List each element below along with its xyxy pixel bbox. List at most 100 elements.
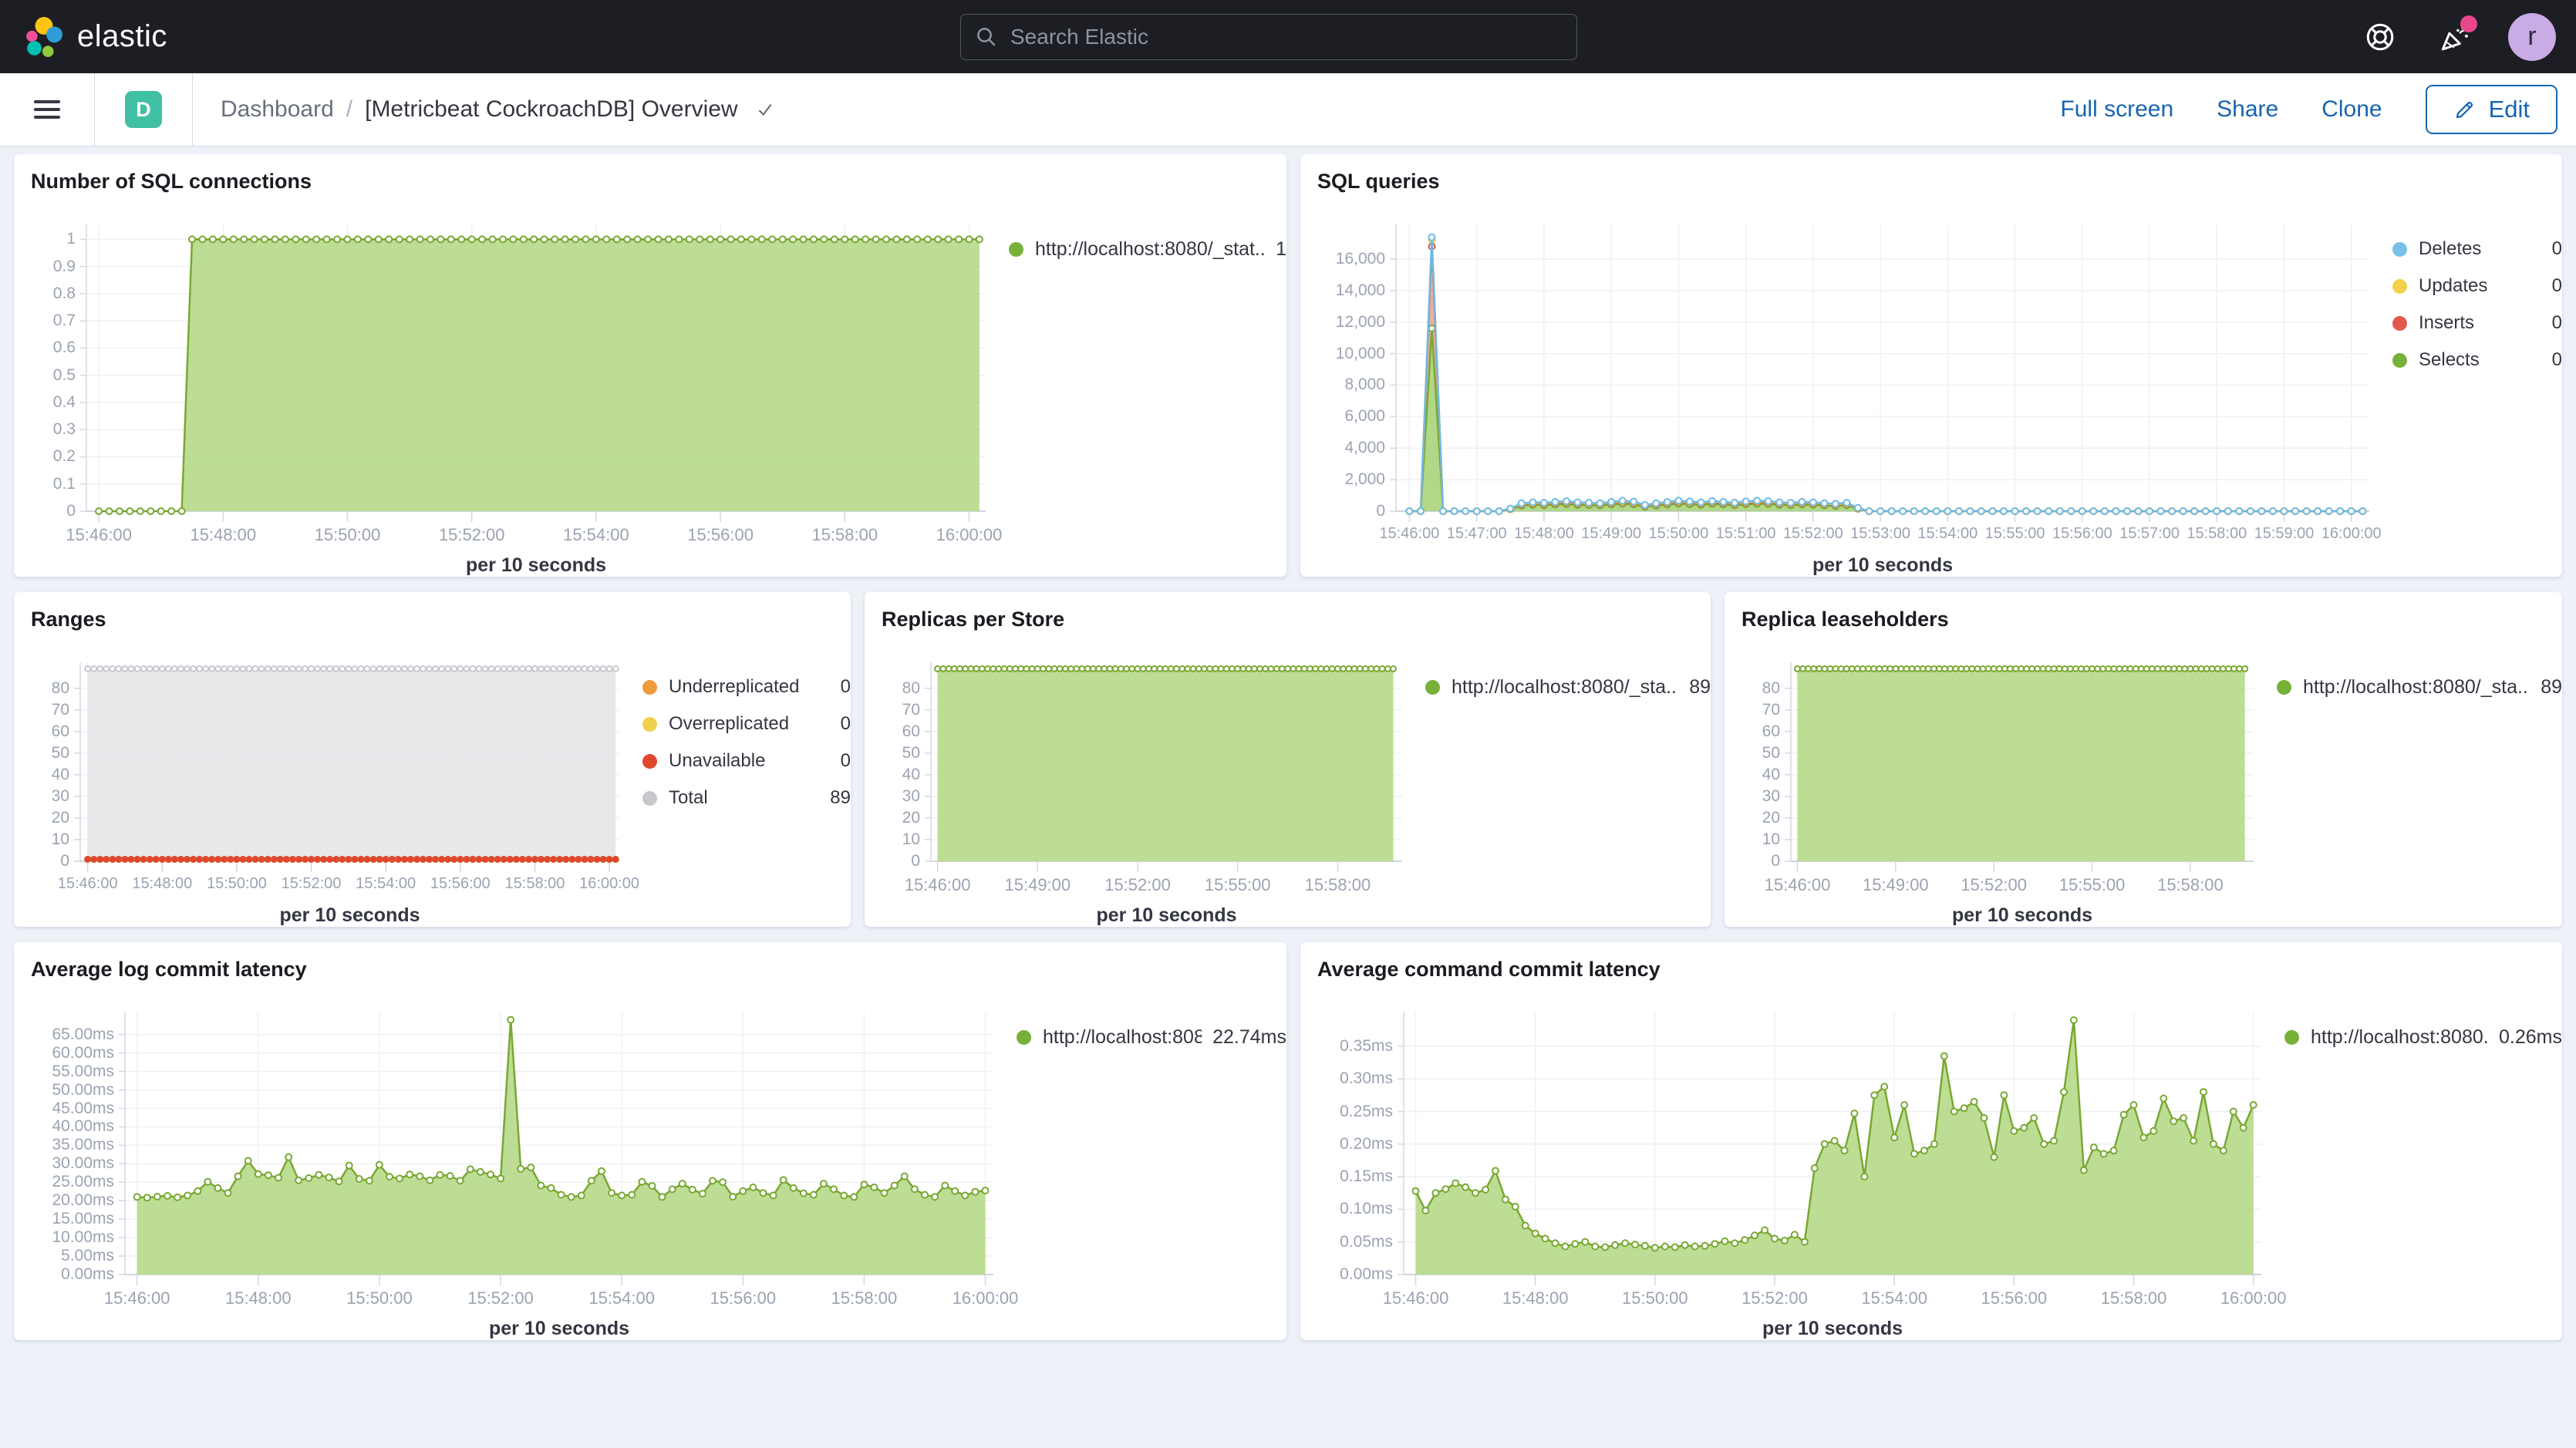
legend-item[interactable]: Total89 bbox=[642, 787, 851, 809]
y-tick-label: 5.00ms bbox=[61, 1247, 114, 1265]
legend-dot-icon bbox=[642, 717, 657, 732]
legend-item[interactable]: Overreplicated0 bbox=[642, 713, 851, 735]
x-tick-label: 15:59:00 bbox=[2254, 525, 2315, 543]
chart-legend: http://localhost:8080/_stat...1 bbox=[986, 224, 1286, 577]
plot-area: 15:46:0015:48:0015:50:0015:52:0015:54:00… bbox=[80, 662, 619, 927]
help-button[interactable] bbox=[2360, 17, 2400, 57]
panel-title-avg-command-commit-latency[interactable]: Average command commit latency bbox=[1300, 942, 2562, 982]
y-tick-label: 35.00ms bbox=[52, 1136, 114, 1154]
x-tick-label: 15:54:00 bbox=[588, 1288, 655, 1308]
chart-sql-connections: 00.10.20.30.40.50.60.70.80.9115:46:0015:… bbox=[14, 224, 1286, 577]
space-avatar[interactable]: D bbox=[125, 91, 162, 128]
logo-text: elastic bbox=[77, 19, 167, 54]
legend-value: 22.74ms bbox=[1212, 1026, 1286, 1049]
y-tick-label: 50 bbox=[1762, 744, 1780, 763]
legend-item[interactable]: Underreplicated0 bbox=[642, 676, 851, 698]
y-tick-label: 6,000 bbox=[1344, 407, 1385, 426]
x-tick-label: 15:46:00 bbox=[58, 875, 118, 893]
panel-title-sql-queries[interactable]: SQL queries bbox=[1300, 154, 2562, 194]
title-check-icon[interactable] bbox=[755, 99, 775, 120]
y-axis-labels: 01020304050607080 bbox=[25, 662, 80, 861]
global-search[interactable] bbox=[960, 14, 1577, 60]
x-tick-label: 15:46:00 bbox=[1383, 1288, 1449, 1308]
legend-dot-icon bbox=[1425, 680, 1440, 695]
user-avatar[interactable]: r bbox=[2508, 13, 2556, 61]
clone-button[interactable]: Clone bbox=[2321, 96, 2382, 123]
full-screen-button[interactable]: Full screen bbox=[2060, 96, 2173, 123]
chart-sql-queries: 02,0004,0006,0008,00010,00012,00014,0001… bbox=[1300, 224, 2562, 577]
panel-avg-log-commit-latency: Average log commit latency0.00ms5.00ms10… bbox=[14, 942, 1286, 1340]
x-tick-label: 15:50:00 bbox=[1622, 1288, 1688, 1308]
chart-legend: http://localhost:8080/_sta...89 bbox=[2254, 662, 2562, 927]
x-tick-label: 15:48:00 bbox=[1514, 525, 1574, 543]
y-tick-label: 30 bbox=[52, 787, 69, 806]
news-button[interactable] bbox=[2434, 17, 2474, 57]
x-tick-label: 15:49:00 bbox=[1863, 875, 1929, 895]
share-button[interactable]: Share bbox=[2217, 96, 2278, 123]
elastic-logo[interactable]: elastic bbox=[0, 16, 167, 58]
legend-item[interactable]: http://localhost:8080/_sta...89 bbox=[2277, 676, 2562, 699]
space-cell: D bbox=[95, 73, 193, 146]
legend-label: Updates bbox=[2419, 275, 2541, 297]
legend-dot-icon bbox=[1009, 242, 1023, 257]
x-tick-label: 15:54:00 bbox=[563, 525, 629, 545]
edit-button[interactable]: Edit bbox=[2426, 85, 2557, 134]
x-tick-label: 15:46:00 bbox=[905, 875, 971, 895]
x-axis-title: per 10 seconds bbox=[931, 904, 1402, 927]
x-tick-label: 15:56:00 bbox=[687, 525, 754, 545]
legend-item[interactable]: http://localhost:808...22.74ms bbox=[1017, 1026, 1286, 1049]
legend-dot-icon bbox=[642, 754, 657, 769]
pencil-icon bbox=[2453, 98, 2477, 121]
y-tick-label: 0.10ms bbox=[1340, 1200, 1393, 1218]
legend-dot-icon bbox=[2392, 316, 2407, 331]
legend-value: 89 bbox=[1689, 676, 1711, 699]
legend-value: 0 bbox=[841, 713, 851, 735]
legend-item[interactable]: http://localhost:8080/_stat...1 bbox=[1009, 238, 1286, 261]
y-axis-labels: 02,0004,0006,0008,00010,00012,00014,0001… bbox=[1311, 224, 1396, 511]
menu-button[interactable] bbox=[0, 73, 95, 146]
panel-title-sql-connections[interactable]: Number of SQL connections bbox=[14, 154, 1286, 194]
legend-value: 0 bbox=[841, 676, 851, 698]
x-tick-label: 15:52:00 bbox=[1961, 875, 2027, 895]
x-tick-label: 15:47:00 bbox=[1447, 525, 1507, 543]
y-tick-label: 20 bbox=[52, 809, 69, 827]
x-tick-label: 15:58:00 bbox=[811, 525, 878, 545]
x-tick-label: 15:49:00 bbox=[1581, 525, 1641, 543]
legend-item[interactable]: http://localhost:8080...0.26ms bbox=[2284, 1026, 2562, 1049]
legend-item[interactable]: Deletes0 bbox=[2392, 238, 2562, 260]
x-tick-label: 15:58:00 bbox=[1305, 875, 1371, 895]
panel-title-replicas-per-store[interactable]: Replicas per Store bbox=[865, 592, 1711, 631]
panel-title-replica-leaseholders[interactable]: Replica leaseholders bbox=[1725, 592, 2562, 631]
legend-item[interactable]: Updates0 bbox=[2392, 275, 2562, 297]
x-tick-label: 15:55:00 bbox=[1205, 875, 1271, 895]
x-tick-label: 15:53:00 bbox=[1850, 525, 1910, 543]
legend-item[interactable]: Inserts0 bbox=[2392, 312, 2562, 334]
y-tick-label: 0.5 bbox=[53, 366, 76, 385]
y-tick-label: 0 bbox=[66, 502, 76, 520]
x-tick-label: 15:55:00 bbox=[2059, 875, 2126, 895]
panel-title-ranges[interactable]: Ranges bbox=[14, 592, 851, 631]
chart-legend: Deletes0 Updates0 Inserts0 Selects0 bbox=[2369, 224, 2562, 577]
x-tick-label: 15:48:00 bbox=[132, 875, 192, 893]
y-tick-label: 0.00ms bbox=[61, 1265, 114, 1284]
x-tick-label: 15:48:00 bbox=[1502, 1288, 1569, 1308]
y-tick-label: 10 bbox=[1762, 830, 1780, 849]
y-tick-label: 20.00ms bbox=[52, 1191, 114, 1210]
chart-legend: http://localhost:8080/_sta...89 bbox=[1402, 662, 1711, 927]
edit-button-label: Edit bbox=[2489, 96, 2530, 123]
y-tick-label: 0.05ms bbox=[1340, 1233, 1393, 1251]
x-tick-label: 15:52:00 bbox=[1741, 1288, 1808, 1308]
legend-dot-icon bbox=[642, 680, 657, 695]
panel-title-avg-log-commit-latency[interactable]: Average log commit latency bbox=[14, 942, 1286, 982]
legend-item[interactable]: Selects0 bbox=[2392, 349, 2562, 371]
dashboard-grid: Number of SQL connections00.10.20.30.40.… bbox=[0, 146, 2576, 1340]
search-input[interactable] bbox=[1010, 25, 1550, 49]
legend-item[interactable]: http://localhost:8080/_sta...89 bbox=[1425, 676, 1711, 699]
legend-item[interactable]: Unavailable0 bbox=[642, 750, 851, 772]
legend-value: 0.26ms bbox=[2499, 1026, 2562, 1049]
breadcrumb-dashboard[interactable]: Dashboard bbox=[221, 96, 334, 123]
y-tick-label: 0.6 bbox=[53, 338, 76, 357]
y-tick-label: 30 bbox=[1762, 787, 1780, 806]
x-axis-labels: 15:46:0015:48:0015:50:0015:52:0015:54:00… bbox=[86, 511, 986, 550]
x-tick-label: 15:50:00 bbox=[346, 1288, 413, 1308]
